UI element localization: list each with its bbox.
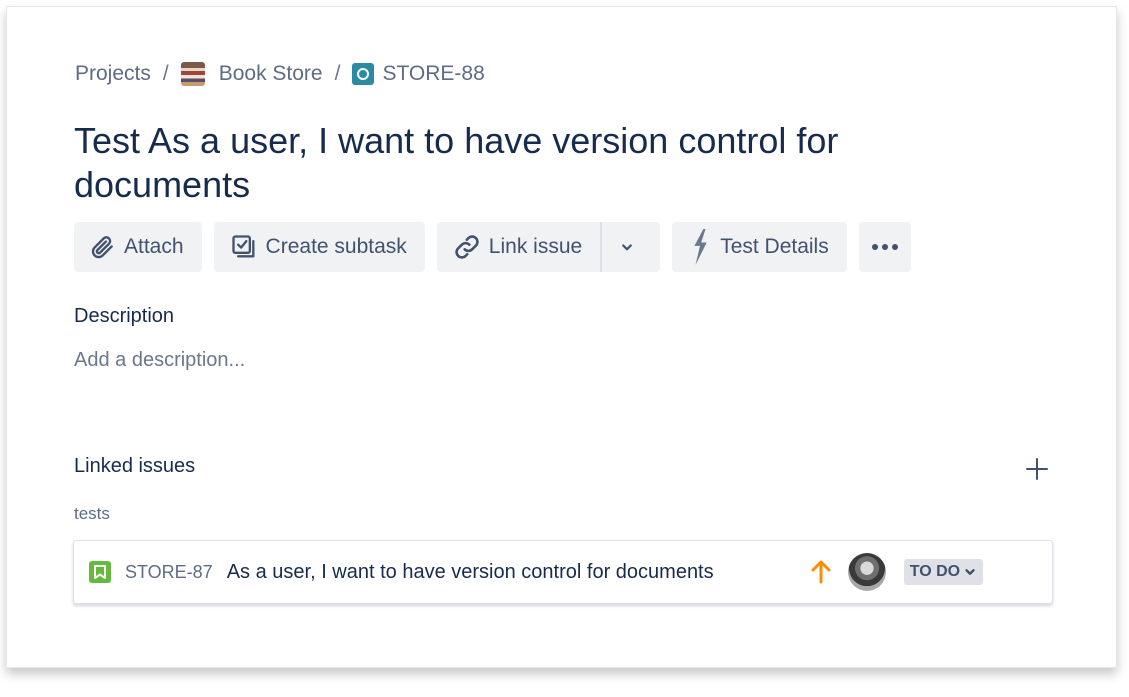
create-subtask-label: Create subtask [265, 235, 407, 258]
linked-issue-summary[interactable]: As a user, I want to have version contro… [227, 561, 810, 584]
issue-toolbar: Attach Create subtask Link issue Test De… [74, 222, 923, 272]
test-details-label: Test Details [720, 235, 829, 258]
status-label: TO DO [909, 563, 961, 580]
more-actions-button[interactable] [858, 222, 911, 272]
linked-issue-key[interactable]: STORE-87 [125, 562, 213, 583]
breadcrumb-project-link[interactable]: Book Store [180, 62, 323, 86]
issue-title[interactable]: Test As a user, I want to have version c… [74, 119, 974, 207]
breadcrumb-issue-key: STORE-88 [382, 62, 485, 85]
link-issue-button[interactable]: Link issue [436, 222, 601, 272]
breadcrumb-project-label: Book Store [218, 62, 323, 85]
assignee-avatar[interactable] [847, 553, 886, 591]
arrow-up-icon [811, 560, 831, 584]
link-issue-button-group: Link issue [436, 222, 661, 272]
linked-issue-row[interactable]: STORE-87 As a user, I want to have versi… [73, 540, 1053, 604]
attach-label: Attach [124, 235, 184, 258]
description-input[interactable]: Add a description... [74, 349, 245, 372]
create-subtask-button[interactable]: Create subtask [213, 222, 425, 272]
breadcrumb-separator: / [334, 62, 341, 85]
project-avatar-icon [180, 62, 205, 86]
description-heading: Description [74, 305, 175, 327]
lightning-bolt-icon [694, 229, 707, 265]
test-issue-type-icon [352, 63, 375, 85]
breadcrumb-projects-link[interactable]: Projects [75, 62, 151, 86]
breadcrumb-issue-link[interactable]: STORE-88 [352, 62, 485, 86]
breadcrumb: Projects / Book Store / STORE-88 [75, 62, 485, 86]
plus-icon [1026, 458, 1048, 480]
linked-issues-heading: Linked issues [74, 455, 196, 477]
status-dropdown[interactable]: TO DO [903, 559, 984, 585]
link-issue-label: Link issue [488, 235, 583, 258]
issue-view: Projects / Book Store / STORE-88 Test As… [6, 6, 1117, 668]
story-icon [89, 561, 111, 583]
more-horizontal-icon [871, 244, 898, 250]
test-details-button[interactable]: Test Details [672, 222, 847, 272]
breadcrumb-separator: / [162, 62, 169, 85]
subtask-icon [231, 235, 255, 258]
add-linked-issue-button[interactable] [1023, 455, 1051, 483]
link-issue-dropdown-button[interactable] [600, 222, 661, 272]
link-icon [455, 235, 479, 259]
chevron-down-icon [965, 569, 975, 575]
chevron-down-icon [622, 244, 633, 251]
attach-button[interactable]: Attach [74, 222, 202, 272]
paperclip-icon [91, 236, 113, 259]
breadcrumb-projects-label: Projects [75, 62, 151, 85]
link-type-label: tests [74, 504, 110, 523]
